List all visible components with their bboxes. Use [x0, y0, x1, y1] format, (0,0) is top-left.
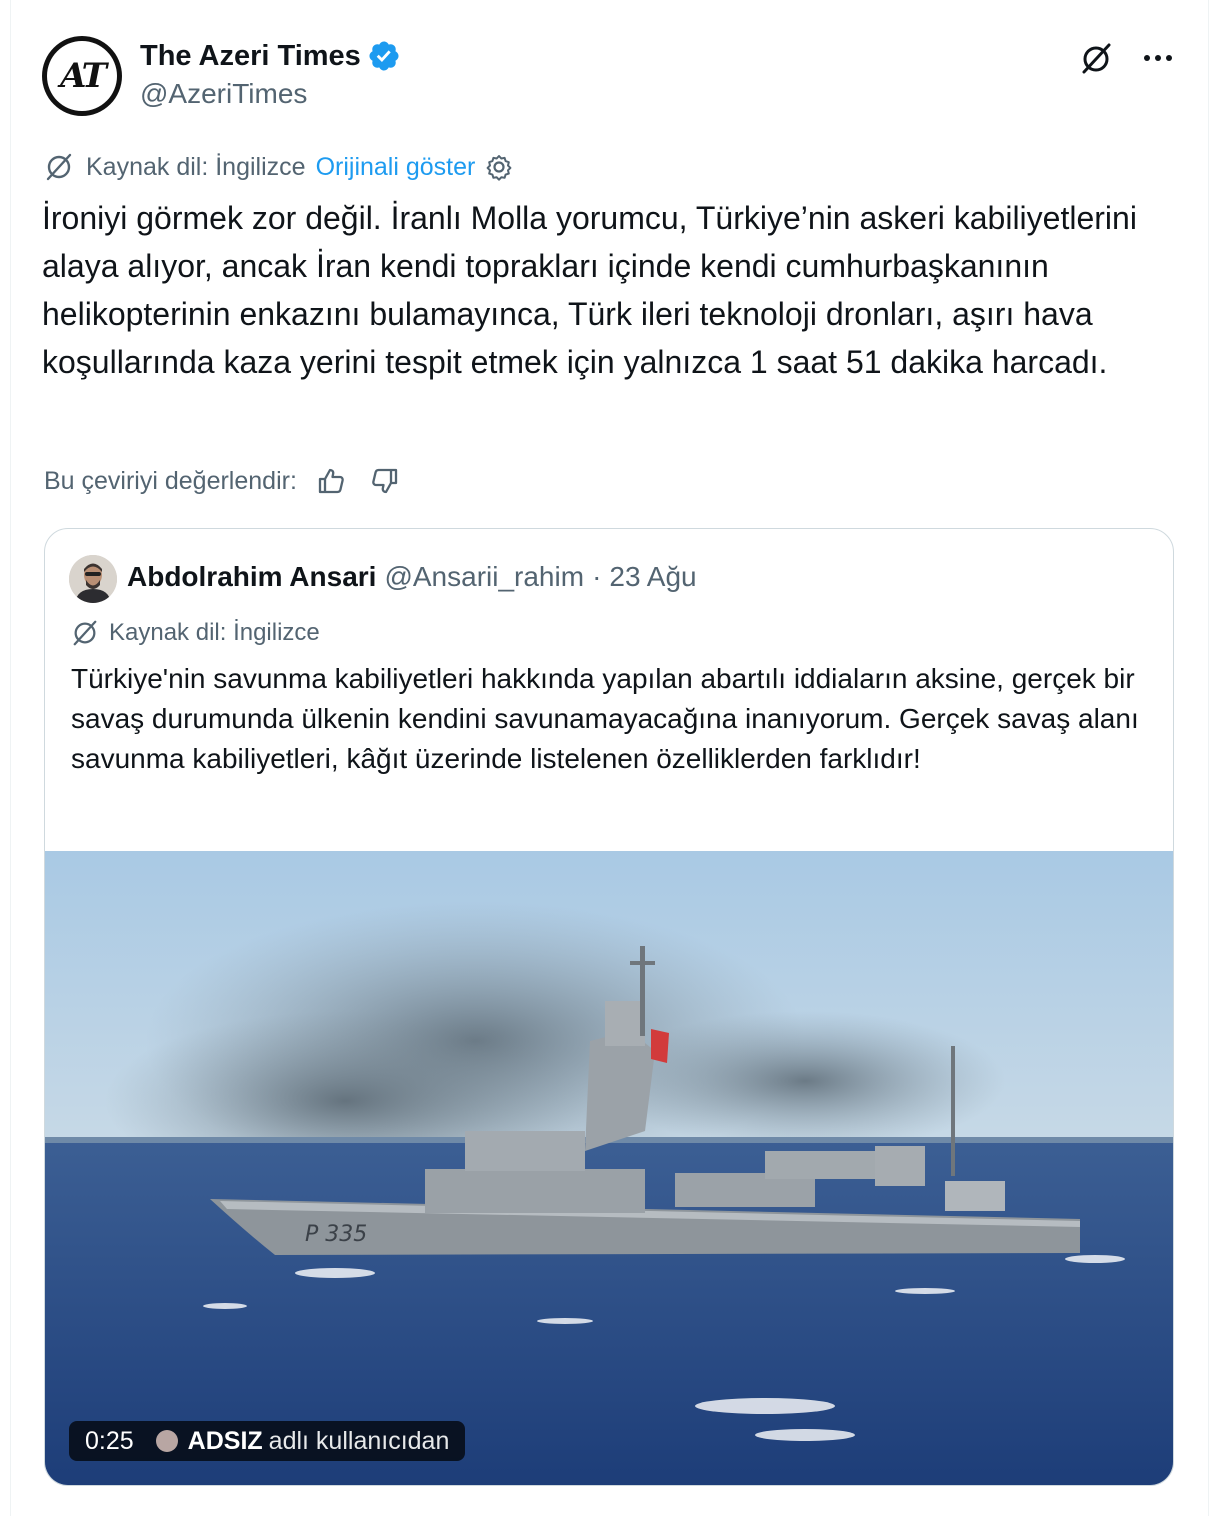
author-display-name[interactable]: The Azeri Times	[140, 40, 361, 73]
translate-icon	[73, 620, 97, 646]
quoted-author-handle[interactable]: @Ansarii_rahim	[384, 561, 584, 593]
rate-translation-label: Bu çeviriyi değerlendir:	[44, 466, 297, 495]
show-original-link[interactable]: Orijinali göster	[316, 153, 476, 182]
author-avatar-logo: AT	[47, 41, 117, 111]
video-info-badge: 0:25 ADSIZ adlı kullanıcıdan	[69, 1421, 466, 1461]
video-duration: 0:25	[85, 1426, 134, 1455]
attribution-suffix: adlı kullanıcıdan	[268, 1426, 450, 1455]
timeline-border-right	[1208, 0, 1209, 1516]
quoted-translation-source-label: Kaynak dil: İngilizce	[109, 619, 320, 646]
author-avatar[interactable]: AT	[42, 36, 122, 116]
translate-icon	[46, 153, 72, 181]
tweet-text: İroniyi görmek zor değil. İranlı Molla y…	[42, 200, 1137, 380]
quoted-tweet-text: Türkiye'nin savunma kabiliyetleri hakkın…	[71, 663, 1139, 774]
rate-translation-row: Bu çeviriyi değerlendir:	[44, 462, 401, 500]
quoted-author-avatar[interactable]	[69, 555, 117, 603]
video-thumbnail: P 335	[45, 851, 1173, 1485]
hull-number-label: P 335	[305, 1222, 367, 1247]
tweet-actions-top	[1078, 40, 1176, 76]
quoted-tweet-header: Abdolrahim Ansari @Ansarii_rahim · 23 Ağ…	[127, 557, 697, 597]
grok-icon[interactable]	[1078, 40, 1114, 76]
author-handle[interactable]: @AzeriTimes	[140, 78, 307, 110]
quoted-tweet-card[interactable]: Abdolrahim Ansari @Ansarii_rahim · 23 Ağ…	[44, 528, 1174, 1486]
header-separator: ·	[592, 561, 602, 592]
video-player[interactable]: P 335 0:25 ADSIZ adlı kullanıcıdan	[45, 851, 1173, 1485]
timeline-border-left	[10, 0, 11, 1516]
translation-info-row: Kaynak dil: İngilizce Orijinali göster	[44, 150, 513, 184]
translation-source-label: Kaynak dil: İngilizce	[86, 152, 306, 181]
author-name-row: The Azeri Times	[140, 38, 401, 74]
thumbs-up-icon[interactable]	[315, 465, 347, 497]
quoted-translation-info: Kaynak dil: İngilizce	[71, 617, 320, 649]
thumbs-down-icon[interactable]	[369, 465, 401, 497]
gear-icon[interactable]	[485, 153, 513, 181]
quoted-author-name[interactable]: Abdolrahim Ansari	[127, 561, 376, 593]
author-avatar-monogram: AT	[60, 56, 107, 96]
attribution-avatar	[155, 1430, 178, 1452]
attribution-username[interactable]: ADSIZ	[188, 1427, 263, 1456]
verified-badge-icon[interactable]	[367, 39, 401, 73]
quoted-tweet-date[interactable]: 23 Ağu	[609, 561, 696, 593]
more-icon[interactable]	[1140, 40, 1176, 76]
